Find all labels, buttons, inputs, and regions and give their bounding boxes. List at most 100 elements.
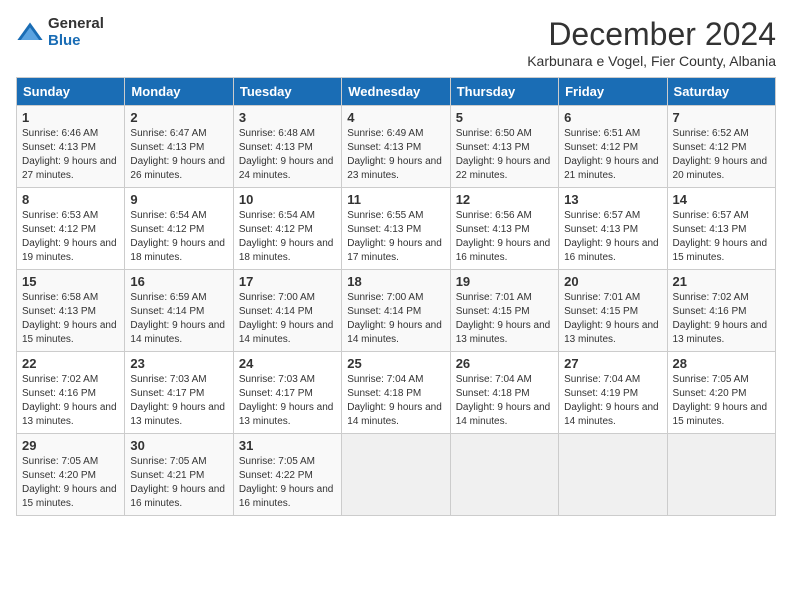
cell-info: Sunrise: 7:05 AMSunset: 4:20 PMDaylight:… xyxy=(22,456,117,509)
subtitle: Karbunara e Vogel, Fier County, Albania xyxy=(527,53,776,69)
calendar-cell: 20 Sunrise: 7:01 AMSunset: 4:15 PMDaylig… xyxy=(559,270,667,352)
cell-day-number: 24 xyxy=(239,356,336,371)
calendar-cell: 5 Sunrise: 6:50 AMSunset: 4:13 PMDayligh… xyxy=(450,106,558,188)
cell-info: Sunrise: 6:49 AMSunset: 4:13 PMDaylight:… xyxy=(347,128,442,181)
day-header-sunday: Sunday xyxy=(17,78,125,106)
cell-day-number: 8 xyxy=(22,192,119,207)
calendar-cell: 24 Sunrise: 7:03 AMSunset: 4:17 PMDaylig… xyxy=(233,352,341,434)
cell-day-number: 2 xyxy=(130,110,227,125)
cell-info: Sunrise: 6:54 AMSunset: 4:12 PMDaylight:… xyxy=(130,210,225,263)
cell-day-number: 7 xyxy=(673,110,770,125)
cell-day-number: 16 xyxy=(130,274,227,289)
calendar-cell: 29 Sunrise: 7:05 AMSunset: 4:20 PMDaylig… xyxy=(17,434,125,516)
day-header-saturday: Saturday xyxy=(667,78,775,106)
cell-info: Sunrise: 6:46 AMSunset: 4:13 PMDaylight:… xyxy=(22,128,117,181)
calendar-cell: 16 Sunrise: 6:59 AMSunset: 4:14 PMDaylig… xyxy=(125,270,233,352)
cell-day-number: 14 xyxy=(673,192,770,207)
calendar-cell xyxy=(342,434,450,516)
cell-info: Sunrise: 7:02 AMSunset: 4:16 PMDaylight:… xyxy=(673,292,768,345)
calendar-cell: 28 Sunrise: 7:05 AMSunset: 4:20 PMDaylig… xyxy=(667,352,775,434)
cell-info: Sunrise: 7:00 AMSunset: 4:14 PMDaylight:… xyxy=(239,292,334,345)
cell-info: Sunrise: 6:58 AMSunset: 4:13 PMDaylight:… xyxy=(22,292,117,345)
calendar-week-row: 29 Sunrise: 7:05 AMSunset: 4:20 PMDaylig… xyxy=(17,434,776,516)
calendar-week-row: 1 Sunrise: 6:46 AMSunset: 4:13 PMDayligh… xyxy=(17,106,776,188)
day-header-wednesday: Wednesday xyxy=(342,78,450,106)
cell-info: Sunrise: 6:54 AMSunset: 4:12 PMDaylight:… xyxy=(239,210,334,263)
cell-info: Sunrise: 7:03 AMSunset: 4:17 PMDaylight:… xyxy=(239,374,334,427)
calendar-cell: 14 Sunrise: 6:57 AMSunset: 4:13 PMDaylig… xyxy=(667,188,775,270)
calendar-cell: 10 Sunrise: 6:54 AMSunset: 4:12 PMDaylig… xyxy=(233,188,341,270)
cell-day-number: 26 xyxy=(456,356,553,371)
calendar-cell: 19 Sunrise: 7:01 AMSunset: 4:15 PMDaylig… xyxy=(450,270,558,352)
cell-info: Sunrise: 6:48 AMSunset: 4:13 PMDaylight:… xyxy=(239,128,334,181)
cell-day-number: 15 xyxy=(22,274,119,289)
cell-info: Sunrise: 7:05 AMSunset: 4:22 PMDaylight:… xyxy=(239,456,334,509)
calendar-cell: 1 Sunrise: 6:46 AMSunset: 4:13 PMDayligh… xyxy=(17,106,125,188)
calendar-week-row: 15 Sunrise: 6:58 AMSunset: 4:13 PMDaylig… xyxy=(17,270,776,352)
cell-day-number: 9 xyxy=(130,192,227,207)
calendar-cell: 22 Sunrise: 7:02 AMSunset: 4:16 PMDaylig… xyxy=(17,352,125,434)
calendar-cell: 30 Sunrise: 7:05 AMSunset: 4:21 PMDaylig… xyxy=(125,434,233,516)
calendar-cell: 21 Sunrise: 7:02 AMSunset: 4:16 PMDaylig… xyxy=(667,270,775,352)
cell-info: Sunrise: 6:52 AMSunset: 4:12 PMDaylight:… xyxy=(673,128,768,181)
calendar-cell xyxy=(559,434,667,516)
cell-info: Sunrise: 7:01 AMSunset: 4:15 PMDaylight:… xyxy=(456,292,551,345)
cell-day-number: 28 xyxy=(673,356,770,371)
cell-day-number: 5 xyxy=(456,110,553,125)
cell-day-number: 13 xyxy=(564,192,661,207)
cell-info: Sunrise: 7:02 AMSunset: 4:16 PMDaylight:… xyxy=(22,374,117,427)
calendar-cell: 23 Sunrise: 7:03 AMSunset: 4:17 PMDaylig… xyxy=(125,352,233,434)
cell-info: Sunrise: 7:04 AMSunset: 4:18 PMDaylight:… xyxy=(456,374,551,427)
cell-info: Sunrise: 6:57 AMSunset: 4:13 PMDaylight:… xyxy=(564,210,659,263)
calendar-cell: 7 Sunrise: 6:52 AMSunset: 4:12 PMDayligh… xyxy=(667,106,775,188)
header: General Blue December 2024 Karbunara e V… xyxy=(16,16,776,69)
day-header-thursday: Thursday xyxy=(450,78,558,106)
main-title: December 2024 xyxy=(527,16,776,53)
cell-day-number: 25 xyxy=(347,356,444,371)
cell-info: Sunrise: 6:59 AMSunset: 4:14 PMDaylight:… xyxy=(130,292,225,345)
cell-info: Sunrise: 7:05 AMSunset: 4:20 PMDaylight:… xyxy=(673,374,768,427)
logo-general-text: General xyxy=(48,16,104,33)
cell-day-number: 20 xyxy=(564,274,661,289)
cell-day-number: 23 xyxy=(130,356,227,371)
cell-day-number: 29 xyxy=(22,438,119,453)
calendar-cell: 18 Sunrise: 7:00 AMSunset: 4:14 PMDaylig… xyxy=(342,270,450,352)
calendar-cell: 25 Sunrise: 7:04 AMSunset: 4:18 PMDaylig… xyxy=(342,352,450,434)
cell-day-number: 27 xyxy=(564,356,661,371)
cell-info: Sunrise: 7:03 AMSunset: 4:17 PMDaylight:… xyxy=(130,374,225,427)
cell-info: Sunrise: 7:04 AMSunset: 4:18 PMDaylight:… xyxy=(347,374,442,427)
cell-day-number: 3 xyxy=(239,110,336,125)
cell-day-number: 4 xyxy=(347,110,444,125)
cell-day-number: 1 xyxy=(22,110,119,125)
cell-day-number: 21 xyxy=(673,274,770,289)
calendar-cell: 4 Sunrise: 6:49 AMSunset: 4:13 PMDayligh… xyxy=(342,106,450,188)
day-header-friday: Friday xyxy=(559,78,667,106)
calendar-cell: 15 Sunrise: 6:58 AMSunset: 4:13 PMDaylig… xyxy=(17,270,125,352)
logo-blue-text: Blue xyxy=(48,33,104,50)
calendar-cell: 3 Sunrise: 6:48 AMSunset: 4:13 PMDayligh… xyxy=(233,106,341,188)
calendar-week-row: 8 Sunrise: 6:53 AMSunset: 4:12 PMDayligh… xyxy=(17,188,776,270)
cell-info: Sunrise: 6:51 AMSunset: 4:12 PMDaylight:… xyxy=(564,128,659,181)
logo-icon xyxy=(16,19,44,47)
calendar-cell: 9 Sunrise: 6:54 AMSunset: 4:12 PMDayligh… xyxy=(125,188,233,270)
cell-info: Sunrise: 6:55 AMSunset: 4:13 PMDaylight:… xyxy=(347,210,442,263)
cell-day-number: 19 xyxy=(456,274,553,289)
calendar-cell: 27 Sunrise: 7:04 AMSunset: 4:19 PMDaylig… xyxy=(559,352,667,434)
cell-day-number: 10 xyxy=(239,192,336,207)
calendar-cell: 12 Sunrise: 6:56 AMSunset: 4:13 PMDaylig… xyxy=(450,188,558,270)
cell-info: Sunrise: 7:04 AMSunset: 4:19 PMDaylight:… xyxy=(564,374,659,427)
calendar-cell: 31 Sunrise: 7:05 AMSunset: 4:22 PMDaylig… xyxy=(233,434,341,516)
cell-info: Sunrise: 6:53 AMSunset: 4:12 PMDaylight:… xyxy=(22,210,117,263)
calendar-cell xyxy=(450,434,558,516)
cell-info: Sunrise: 6:50 AMSunset: 4:13 PMDaylight:… xyxy=(456,128,551,181)
calendar-cell: 8 Sunrise: 6:53 AMSunset: 4:12 PMDayligh… xyxy=(17,188,125,270)
cell-info: Sunrise: 6:56 AMSunset: 4:13 PMDaylight:… xyxy=(456,210,551,263)
logo: General Blue xyxy=(16,16,104,49)
cell-info: Sunrise: 7:00 AMSunset: 4:14 PMDaylight:… xyxy=(347,292,442,345)
cell-day-number: 12 xyxy=(456,192,553,207)
day-header-monday: Monday xyxy=(125,78,233,106)
calendar-cell: 6 Sunrise: 6:51 AMSunset: 4:12 PMDayligh… xyxy=(559,106,667,188)
calendar-cell: 26 Sunrise: 7:04 AMSunset: 4:18 PMDaylig… xyxy=(450,352,558,434)
day-header-tuesday: Tuesday xyxy=(233,78,341,106)
calendar-cell: 17 Sunrise: 7:00 AMSunset: 4:14 PMDaylig… xyxy=(233,270,341,352)
